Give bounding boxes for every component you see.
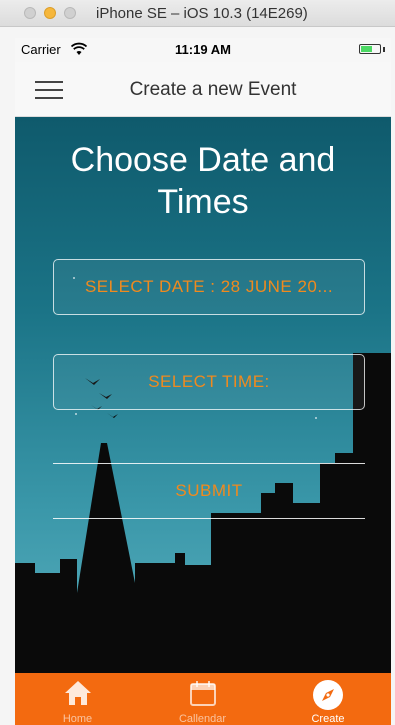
select-date-button[interactable]: SELECT DATE : 28 JUNE 20... — [53, 259, 365, 315]
page-title: Create a new Event — [129, 79, 297, 100]
battery-level-fill — [361, 46, 372, 52]
navigation-bar: Create a new Event — [15, 62, 391, 117]
tab-home[interactable]: Home — [15, 673, 140, 725]
section-heading: Choose Date and Times — [70, 141, 336, 221]
simulator-window: iPhone SE – iOS 10.3 (14E269) Carrier 11… — [0, 0, 395, 725]
event-form-area: Choose Date and Times SELECT DATE : 28 J… — [15, 117, 391, 673]
status-time: 11:19 AM — [175, 42, 231, 57]
tab-calendar[interactable]: Callendar — [140, 673, 265, 725]
home-icon — [64, 681, 91, 705]
window-titlebar: iPhone SE – iOS 10.3 (14E269) — [0, 0, 395, 27]
maximize-window-button[interactable] — [64, 7, 76, 19]
calendar-icon — [189, 681, 216, 706]
minimize-window-button[interactable] — [44, 7, 56, 19]
close-window-button[interactable] — [24, 7, 36, 19]
select-time-button[interactable]: SELECT TIME: — [53, 354, 365, 410]
device-screen: Carrier 11:19 AM Create a new Event Choo… — [15, 38, 391, 725]
status-bar: Carrier 11:19 AM — [15, 38, 391, 62]
hamburger-menu-icon[interactable] — [35, 81, 63, 101]
tab-create[interactable]: Create — [265, 673, 391, 725]
battery-nub — [383, 47, 385, 52]
tab-home-label: Home — [62, 713, 93, 725]
battery-icon — [359, 44, 381, 54]
tab-create-label: Create — [311, 713, 345, 725]
compass-icon — [313, 680, 343, 710]
window-title: iPhone SE – iOS 10.3 (14E269) — [96, 5, 308, 22]
tab-bar: Home Callendar Create — [15, 673, 391, 725]
tab-calendar-label: Callendar — [178, 713, 227, 725]
submit-button[interactable]: SUBMIT — [53, 463, 365, 519]
